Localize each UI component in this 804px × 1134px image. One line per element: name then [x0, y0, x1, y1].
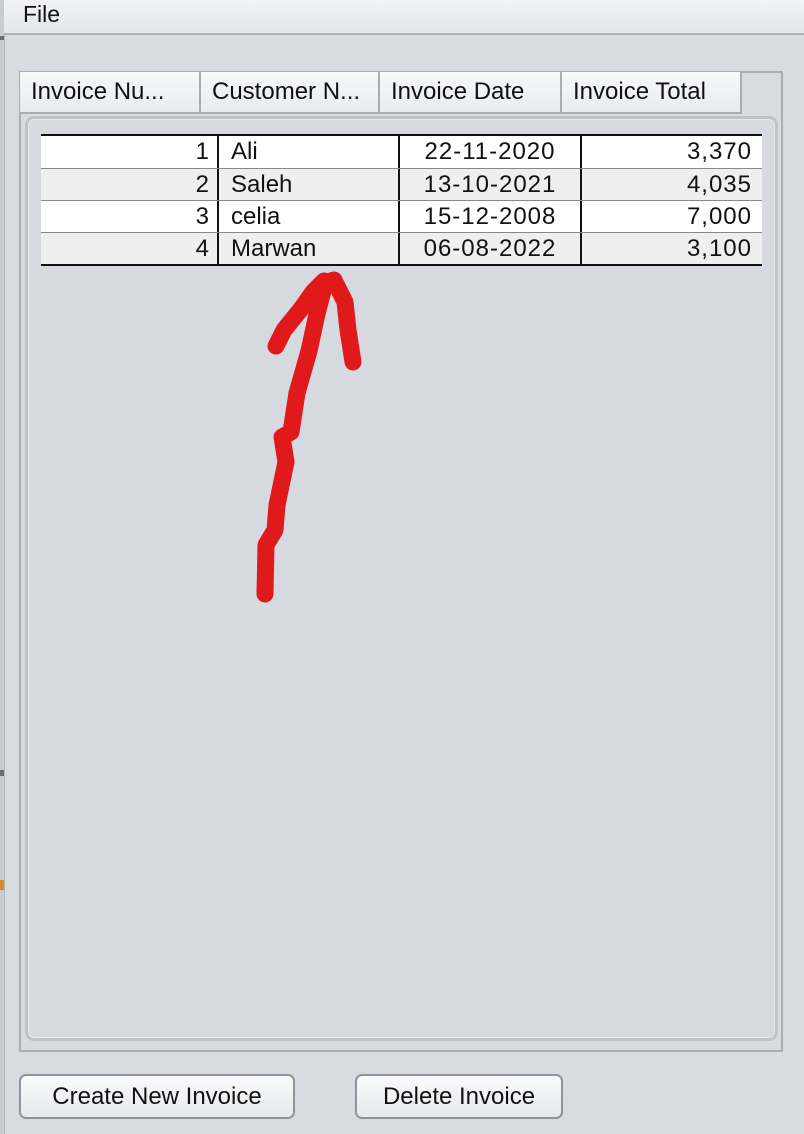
cell-invoice-date: 06-08-2022 [400, 233, 582, 264]
delete-invoice-button[interactable]: Delete Invoice [355, 1074, 563, 1119]
column-header-invoice-date[interactable]: Invoice Date [380, 72, 562, 114]
table-row[interactable]: 4 Marwan 06-08-2022 3,100 [41, 232, 762, 264]
column-header-invoice-total[interactable]: Invoice Total [562, 72, 742, 114]
edge-mark [0, 36, 4, 40]
table-header: Invoice Nu... Customer N... Invoice Date… [20, 72, 742, 114]
column-header-invoice-number[interactable]: Invoice Nu... [20, 72, 201, 114]
cell-invoice-total: 4,035 [686, 171, 752, 198]
window-left-edge [0, 0, 5, 1134]
cell-invoice-date: 13-10-2021 [400, 169, 582, 200]
cell-customer-name: Ali [219, 136, 400, 168]
table-row[interactable]: 1 Ali 22-11-2020 3,370 [41, 136, 762, 168]
cell-invoice-total: 3,100 [686, 235, 752, 262]
cell-invoice-date: 22-11-2020 [400, 136, 582, 168]
cell-customer-name: celia [219, 201, 400, 232]
cell-invoice-number: 2 [41, 169, 219, 200]
cell-invoice-number: 4 [41, 233, 219, 264]
menu-bar: File [4, 0, 804, 35]
cell-invoice-total: 7,000 [686, 203, 752, 230]
cell-invoice-date: 15-12-2008 [400, 201, 582, 232]
invoices-table: 1 Ali 22-11-2020 3,370 2 Saleh 13-10-202… [41, 134, 762, 266]
edge-mark [0, 770, 4, 776]
cell-customer-name: Marwan [219, 233, 400, 264]
cell-invoice-number: 1 [41, 136, 219, 168]
menu-file[interactable]: File [23, 0, 60, 28]
table-row[interactable]: 3 celia 15-12-2008 7,000 [41, 200, 762, 232]
create-new-invoice-button[interactable]: Create New Invoice [19, 1074, 295, 1119]
cell-invoice-total: 3,370 [686, 138, 752, 165]
cell-customer-name: Saleh [219, 169, 400, 200]
edge-mark [0, 880, 4, 890]
column-header-customer-name[interactable]: Customer N... [201, 72, 380, 114]
table-row[interactable]: 2 Saleh 13-10-2021 4,035 [41, 168, 762, 200]
cell-invoice-number: 3 [41, 201, 219, 232]
